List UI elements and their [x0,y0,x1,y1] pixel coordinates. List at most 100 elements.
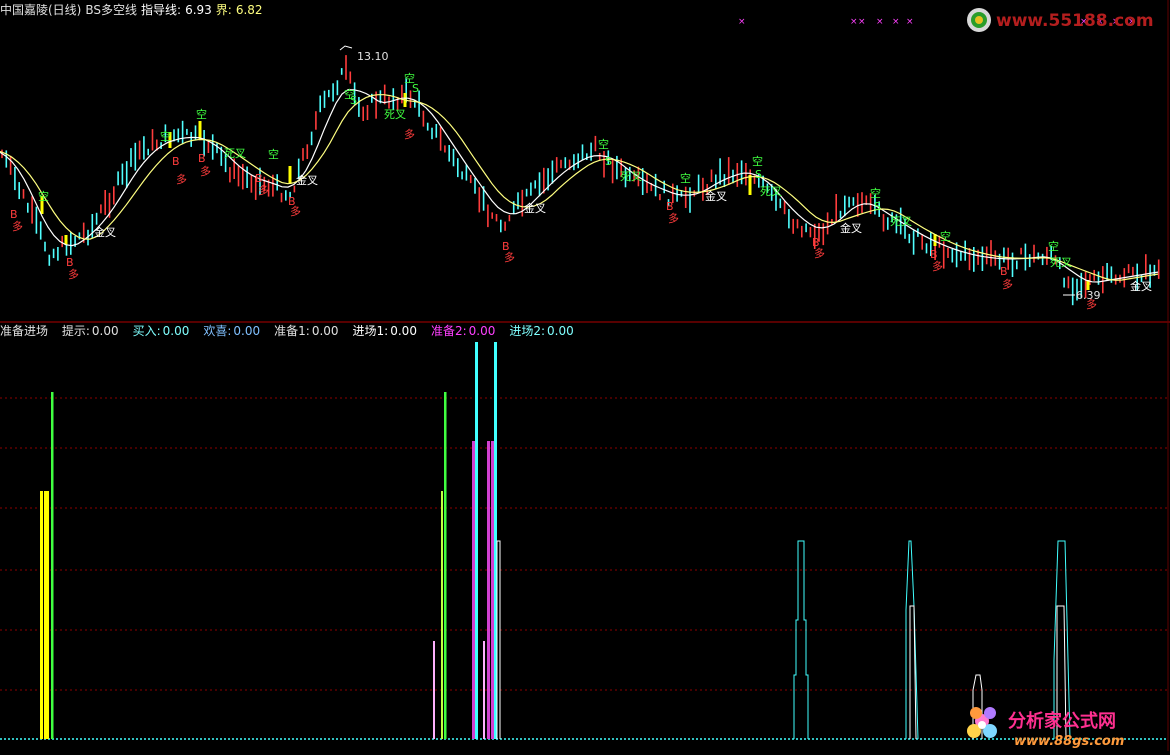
sell-label: S [605,155,612,168]
bull-label: 多 [12,219,23,233]
watermark-logo-top: www.55188.com [964,5,1164,35]
bear-label: 空 [160,129,171,143]
entry-bar [444,392,447,739]
buy-label: B [198,152,206,165]
bull-label: 多 [814,246,825,260]
buy-label: B [172,155,180,168]
pink-marker: × [738,17,746,27]
lower-title: 准备进场 [0,324,49,338]
pink-marker: × [876,17,884,27]
lower-indicator-value: 0.00 [162,324,190,338]
bear-label: 空 [598,137,609,151]
sell-label: S [412,82,419,95]
lower-indicator-values: 提示: 0.00 买入: 0.00 欢喜: 0.00 准备1: 0.00 进场1: 0.00 准备2… [56,324,582,338]
bear-label: 空 [940,229,951,243]
guide-value: 6.93 [185,3,212,17]
chart-canvas[interactable]: × × × × × × × × × ×金叉金叉金叉金叉金叉金叉死叉死叉死叉死叉死叉死叉空空空空空空… [0,0,1170,751]
buy-label: B [1000,265,1008,278]
bull-label: 多 [200,164,211,178]
bull-label: 多 [404,127,415,141]
guide-label: 指导线: [141,3,182,17]
prompt-bar [433,641,435,739]
upper-panel-header: 中国嘉陵(日线) BS多空线 指导线: 6.93 界: 6.82 [0,2,267,18]
ready-bar [47,491,49,739]
lower-indicator-item: 准备2: 0.00 [431,324,499,338]
bull-label: 多 [176,172,187,186]
bear-label: 空 [38,189,49,203]
bull-label: 多 [668,211,679,225]
lower-indicator-label: 准备1: [274,324,310,338]
low-price-label: 6.39 [1076,289,1101,302]
lower-indicator-label: 进场1: [352,324,389,338]
entry2-bar [475,342,478,739]
lower-indicator-value: 0.00 [390,324,417,338]
dead-cross-label: 死叉 [384,108,406,121]
watermark-top-text: www.55188.com [996,11,1154,31]
bull-label: 多 [290,204,301,218]
lower-indicator-value: 0.00 [547,324,574,338]
yellow-signal-bar [198,121,202,139]
sell-label: S [874,200,881,213]
lower-indicator-label: 进场2: [509,324,546,338]
ready2-bar [487,441,490,739]
lower-indicator-item: 欢喜: 0.00 [203,324,264,338]
lower-panel-header: 准备进场 提示: 0.00 买入: 0.00 欢喜: 0.00 准备1: 0.00 进场1: 0.… [0,323,586,339]
lower-indicator-item: 提示: 0.00 [62,324,123,338]
dead-cross-label: 死叉 [890,215,912,228]
lower-indicator-item: 准备1: 0.00 [274,324,342,338]
golden-cross-label: 金叉 [524,201,546,215]
lower-indicator-label: 欢喜: [203,324,232,338]
pink-marker: × [858,17,866,27]
bear-label: 空 [680,171,691,185]
lower-indicator-item: 进场1: 0.00 [353,324,421,338]
golden-cross-label: 金叉 [705,189,727,203]
bull-label: 多 [504,250,515,264]
ready2-bar [472,441,475,739]
golden-cross-label: 金叉 [1130,279,1152,293]
lower-indicator-label: 买入: [132,324,161,338]
bear-label: 空 [752,154,763,168]
bear-label: 空 [196,107,207,121]
lower-indicator-value: 0.00 [91,324,119,338]
entry-bar [51,392,54,739]
watermark-bottom-icon: 分析家公式网 www.88gs.com [967,707,1124,749]
dead-cross-label: 死叉 [620,170,642,183]
signal-spike [905,540,919,740]
lower-indicator-value: 0.00 [233,324,261,338]
bull-label: 多 [1002,277,1013,291]
pink-marker: × [906,17,914,27]
sell-label: S [350,94,357,107]
yellow-signal-bar [288,166,292,184]
watermark-bottom-url: www.88gs.com [1014,734,1124,749]
bear-label: 空 [1048,239,1059,253]
prompt-bar [483,641,485,739]
yellow-signal-bar [64,235,68,245]
yellow-signal-bar [748,175,752,195]
sell-label: S [755,168,762,181]
ma-line-long [0,94,1159,281]
bull-label: 多 [258,183,269,197]
bound-label: 界: [215,3,232,17]
watermark-top-icon: www.55188.com [967,8,1154,32]
yellow-signal-bar [933,234,937,246]
ready-bar [44,491,47,739]
stock-name: 中国嘉陵(日线) [0,3,82,17]
pink-marker: × [850,17,858,27]
indicator-name: BS多空线 [85,3,138,17]
chart-window[interactable]: × × × × × × × × × × 金叉 金叉 金叉 金叉 金叉 金叉 死叉 死叉 死叉 死叉 死叉 死叉空空空空空空… [0,0,1170,751]
dead-cross-label: 死叉 [224,147,246,160]
signal-spike [793,540,809,739]
lower-indicator-item: 进场2: 0.00 [509,324,577,338]
lower-indicator-value: 0.00 [311,324,339,338]
lower-indicator-item: 买入: 0.00 [133,324,194,338]
bull-label: 多 [68,267,79,281]
lower-indicator-value: 0.00 [468,324,496,338]
bear-label: 空 [268,147,279,161]
ready-bar [441,491,443,739]
lower-indicator-label: 提示: [61,324,90,338]
dead-cross-label: 死叉 [1050,256,1072,269]
watermark-bottom-cn: 分析家公式网 [1008,710,1116,732]
lower-indicator-label: 准备2: [430,324,467,338]
ready2-bar [491,441,494,739]
high-price-label: 13.10 [357,50,389,63]
